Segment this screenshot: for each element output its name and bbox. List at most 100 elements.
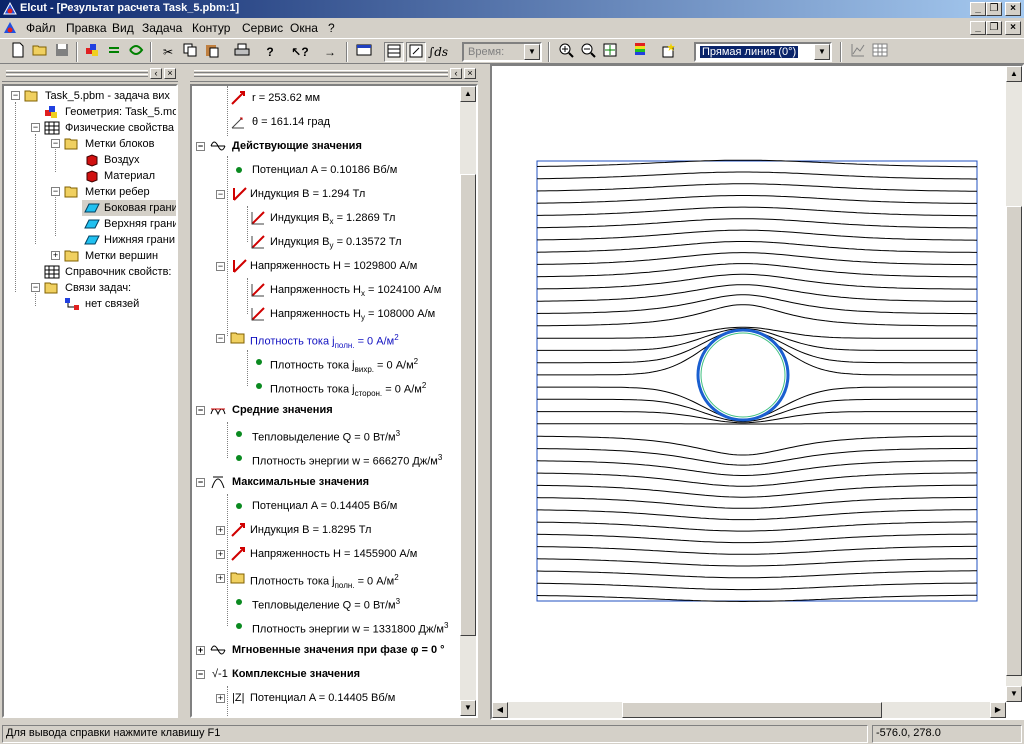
tree-item[interactable]: + Метки вершин (4, 248, 176, 264)
color-map-icon[interactable] (630, 42, 650, 62)
prop-row[interactable]: Индукция By = 0.13572 Тл (192, 232, 462, 252)
paste-icon[interactable] (202, 42, 222, 62)
tree-pane-close-button[interactable]: × (164, 68, 176, 79)
save-icon[interactable] (52, 42, 72, 62)
mdi-restore-button[interactable]: ❐ (986, 21, 1002, 35)
elcut-app-icon[interactable] (2, 1, 18, 17)
field-picture-canvas[interactable] (492, 66, 1006, 702)
contour-type-select[interactable]: Прямая линия (0°) ▼ (694, 42, 832, 62)
menu-file[interactable]: Файл (26, 21, 56, 35)
prop-row[interactable]: + Плотность тока jполн. = 0 А/м2 (192, 568, 462, 590)
scroll-left-icon[interactable]: ◀ (492, 702, 508, 718)
document-system-icon[interactable] (2, 20, 18, 36)
table-grid-icon[interactable] (870, 42, 890, 62)
table-view-icon[interactable] (384, 42, 404, 62)
cut-icon[interactable]: ✂ (158, 42, 178, 62)
props-vertical-scrollbar[interactable]: ▲ ▼ (460, 86, 476, 716)
prop-row[interactable]: r = 253.62 мм (192, 88, 462, 108)
print-icon[interactable] (232, 42, 252, 62)
local-values-icon[interactable] (406, 42, 426, 62)
open-folder-icon[interactable] (30, 42, 50, 62)
expand-icon[interactable]: + (196, 646, 205, 655)
prop-row[interactable]: Потенциал A = 0.10186 Вб/м (192, 160, 462, 180)
menu-windows[interactable]: Окна (290, 21, 318, 35)
expand-icon[interactable]: + (51, 251, 60, 260)
menu-edit[interactable]: Правка (66, 21, 107, 35)
mdi-close-button[interactable]: × (1005, 21, 1021, 35)
collapse-icon[interactable]: − (216, 190, 225, 199)
view-vertical-scrollbar[interactable]: ▲ ▼ (1006, 66, 1022, 702)
section-current-values[interactable]: − Действующие значения (192, 136, 462, 156)
tree-item[interactable]: − Task_5.pbm - задача вих (4, 88, 176, 104)
section-max-values[interactable]: − Максимальные значения (192, 472, 462, 492)
collapse-icon[interactable]: − (196, 406, 205, 415)
prop-row[interactable]: − Плотность тока jполн. = 0 А/м2 (192, 328, 462, 350)
menu-task[interactable]: Задача (142, 21, 182, 35)
plot-graph-icon[interactable] (848, 42, 868, 62)
scroll-up-icon[interactable]: ▲ (1006, 66, 1022, 82)
tree-item[interactable]: Геометрия: Task_5.mo (4, 104, 176, 120)
tree-item[interactable]: − Связи задач: (4, 280, 176, 296)
window-layout-icon[interactable] (354, 42, 374, 62)
collapse-icon[interactable]: − (216, 262, 225, 271)
prop-row[interactable]: + Напряженность H = 1455900 А/м (192, 544, 462, 564)
tree-item[interactable]: Материал (4, 168, 176, 184)
expand-icon[interactable]: + (216, 694, 225, 703)
section-complex-values[interactable]: − √-1 Комплексные значения (192, 664, 462, 684)
tree-item[interactable]: − Метки блоков (4, 136, 176, 152)
prop-row[interactable]: Плотность энергии w = 1331800 Дж/м3 (192, 616, 462, 636)
prop-row[interactable]: − Индукция B = 1.294 Тл (192, 184, 462, 204)
field-picture-view[interactable]: ▲ ▼ ◀ ▶ (490, 64, 1024, 720)
collapse-icon[interactable]: − (216, 334, 225, 343)
collapse-icon[interactable]: − (51, 139, 60, 148)
collapse-icon[interactable]: − (196, 478, 205, 487)
prop-row[interactable]: Потенциал A = 0.14405 Вб/м (192, 496, 462, 516)
menu-view[interactable]: Вид (112, 21, 134, 35)
props-pane-header[interactable]: ‹ × (190, 66, 478, 82)
prop-row[interactable]: Напряженность Hy = 108000 А/м (192, 304, 462, 324)
restore-button[interactable]: ❐ (986, 2, 1002, 16)
tree-pane-grip[interactable] (6, 74, 148, 77)
tree-item-selected[interactable]: Боковая грани (82, 200, 176, 216)
prop-row[interactable]: θ = 161.14 град (192, 112, 462, 132)
prop-row[interactable]: Плотность тока jсторон. = 0 А/м2 (192, 376, 462, 398)
expand-icon[interactable]: + (216, 526, 225, 535)
prop-row[interactable]: Тепловыделение Q = 0 Вт/м3 (192, 592, 462, 612)
scroll-down-icon[interactable]: ▼ (1006, 686, 1022, 702)
expand-icon[interactable]: + (216, 574, 225, 583)
context-help-icon[interactable]: ↖? (290, 42, 310, 62)
collapse-icon[interactable]: − (31, 283, 40, 292)
tree-item[interactable]: − Физические свойства (4, 120, 176, 136)
section-instant-values[interactable]: + Мгновенные значения при фазе φ = 0 ° (192, 640, 462, 660)
scroll-thumb[interactable] (460, 174, 476, 636)
tree-item[interactable]: − Метки ребер (4, 184, 176, 200)
prop-row[interactable]: − Напряженность H = 1029800 А/м (192, 256, 462, 276)
tree-pane-header[interactable]: ‹ × (2, 66, 178, 82)
chevron-down-icon[interactable]: ▼ (814, 44, 830, 60)
prop-row[interactable]: Плотность тока jвихр. = 0 А/м2 (192, 352, 462, 374)
help-icon[interactable]: ? (260, 42, 280, 62)
collapse-icon[interactable]: − (31, 123, 40, 132)
collapse-icon[interactable]: − (196, 142, 205, 151)
prop-row[interactable]: + |Z| Потенциал A = 0.14405 Вб/м (192, 688, 462, 708)
scroll-right-icon[interactable]: ▶ (990, 702, 1006, 718)
tree-pane-collapse-button[interactable]: ‹ (150, 68, 162, 79)
section-mean-values[interactable]: − Средние значения (192, 400, 462, 420)
menu-service[interactable]: Сервис (242, 21, 283, 35)
mdi-minimize-button[interactable]: _ (970, 21, 986, 35)
props-pane-grip[interactable] (194, 74, 448, 77)
collapse-icon[interactable]: − (196, 670, 205, 679)
menu-help[interactable]: ? (328, 21, 335, 35)
scroll-thumb[interactable] (622, 702, 882, 718)
arrow-right-icon[interactable]: → (320, 42, 340, 62)
model-icon[interactable] (82, 42, 102, 62)
zoom-in-icon[interactable] (556, 42, 576, 62)
scroll-up-icon[interactable]: ▲ (460, 86, 476, 102)
tree-pane-grip[interactable] (6, 70, 148, 73)
prop-row[interactable]: Плотность энергии w = 666270 Дж/м3 (192, 448, 462, 468)
prop-row[interactable]: Индукция Bx = 1.2869 Тл (192, 208, 462, 228)
scroll-thumb[interactable] (1006, 206, 1022, 676)
copy-icon[interactable] (180, 42, 200, 62)
new-file-icon[interactable] (8, 42, 28, 62)
menu-contour[interactable]: Контур (192, 21, 230, 35)
